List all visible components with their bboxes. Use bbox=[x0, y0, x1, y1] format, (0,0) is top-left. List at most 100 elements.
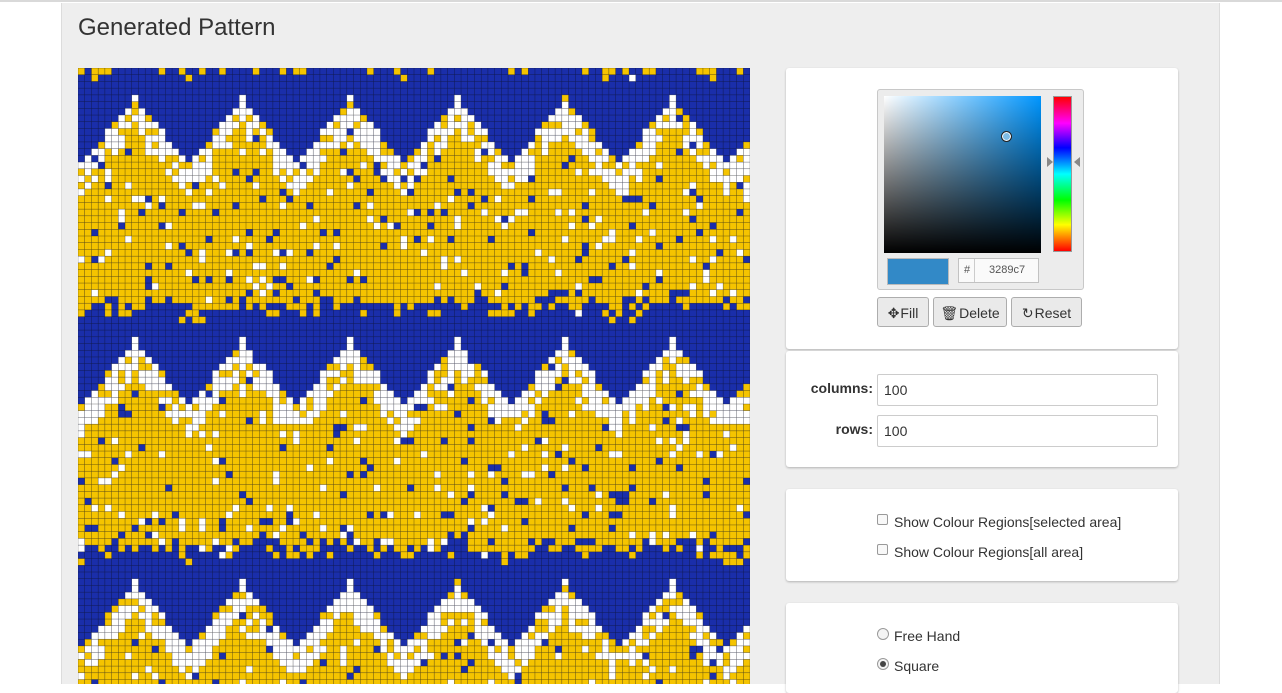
pattern-cell[interactable] bbox=[588, 256, 596, 263]
pattern-cell[interactable] bbox=[541, 188, 549, 196]
pattern-cell[interactable] bbox=[474, 404, 482, 411]
pattern-cell[interactable] bbox=[407, 417, 414, 425]
pattern-cell[interactable] bbox=[615, 518, 623, 525]
pattern-cell[interactable] bbox=[306, 188, 314, 196]
pattern-cell[interactable] bbox=[635, 249, 643, 257]
pattern-cell[interactable] bbox=[158, 504, 166, 512]
pattern-cell[interactable] bbox=[682, 276, 690, 284]
pattern-cell[interactable] bbox=[602, 397, 609, 404]
pattern-cell[interactable] bbox=[521, 148, 529, 156]
pattern-cell[interactable] bbox=[360, 141, 367, 149]
pattern-cell[interactable] bbox=[145, 451, 152, 458]
pattern-cell[interactable] bbox=[454, 518, 462, 525]
pattern-cell[interactable] bbox=[131, 155, 139, 163]
pattern-cell[interactable] bbox=[440, 363, 448, 371]
pattern-cell[interactable] bbox=[151, 269, 159, 277]
pattern-cell[interactable] bbox=[259, 182, 267, 189]
pattern-cell[interactable] bbox=[259, 383, 267, 391]
pattern-cell[interactable] bbox=[642, 202, 650, 210]
pattern-cell[interactable] bbox=[689, 222, 697, 230]
pattern-cell[interactable] bbox=[487, 202, 495, 210]
pattern-cell[interactable] bbox=[736, 215, 744, 223]
pattern-cell[interactable] bbox=[266, 390, 273, 398]
pattern-cell[interactable] bbox=[326, 404, 334, 411]
pattern-cell[interactable] bbox=[481, 141, 488, 149]
pattern-cell[interactable] bbox=[608, 209, 616, 216]
pattern-cell[interactable] bbox=[743, 195, 750, 203]
pattern-cell[interactable] bbox=[178, 276, 186, 284]
pattern-cell[interactable] bbox=[125, 430, 132, 438]
pattern-cell[interactable] bbox=[723, 303, 730, 310]
pattern-cell[interactable] bbox=[172, 296, 179, 304]
pattern-cell[interactable] bbox=[326, 370, 334, 378]
pattern-cell[interactable] bbox=[373, 202, 381, 210]
pattern-cell[interactable] bbox=[494, 538, 502, 546]
pattern-cell[interactable] bbox=[145, 222, 152, 230]
pattern-cell[interactable] bbox=[595, 471, 603, 478]
pattern-cell[interactable] bbox=[400, 262, 408, 270]
pattern-cell[interactable] bbox=[723, 410, 730, 418]
pattern-cell[interactable] bbox=[340, 430, 347, 438]
pattern-cell[interactable] bbox=[340, 188, 347, 196]
pattern-cell[interactable] bbox=[541, 162, 549, 169]
pattern-cell[interactable] bbox=[266, 457, 273, 465]
pattern-cell[interactable] bbox=[393, 417, 401, 425]
pattern-cell[interactable] bbox=[709, 249, 717, 257]
pattern-cell[interactable] bbox=[185, 437, 193, 445]
pattern-cell[interactable] bbox=[487, 444, 495, 452]
pattern-cell[interactable] bbox=[541, 511, 549, 519]
pattern-cell[interactable] bbox=[340, 242, 347, 250]
pattern-cell[interactable] bbox=[225, 195, 233, 203]
pattern-cell[interactable] bbox=[568, 195, 576, 203]
pattern-cell[interactable] bbox=[669, 283, 677, 290]
pattern-cell[interactable] bbox=[279, 269, 287, 277]
pattern-cell[interactable] bbox=[360, 309, 367, 317]
pattern-cell[interactable] bbox=[125, 283, 132, 290]
pattern-cell[interactable] bbox=[239, 518, 246, 525]
pattern-cell[interactable] bbox=[111, 262, 119, 270]
pattern-cell[interactable] bbox=[205, 504, 213, 512]
pattern-cell[interactable] bbox=[138, 202, 146, 210]
pattern-cell[interactable] bbox=[340, 128, 347, 136]
pattern-cell[interactable] bbox=[568, 222, 576, 230]
pattern-cell[interactable] bbox=[696, 68, 703, 75]
pattern-cell[interactable] bbox=[259, 397, 267, 404]
pattern-cell[interactable] bbox=[454, 276, 462, 284]
pattern-cell[interactable] bbox=[454, 370, 462, 378]
pattern-cell[interactable] bbox=[366, 451, 374, 458]
pattern-cell[interactable] bbox=[494, 309, 502, 317]
pattern-cell[interactable] bbox=[454, 444, 462, 452]
pattern-cell[interactable] bbox=[387, 276, 394, 284]
pattern-cell[interactable] bbox=[494, 451, 502, 458]
pattern-cell[interactable] bbox=[219, 276, 226, 284]
pattern-cell[interactable] bbox=[178, 410, 186, 418]
pattern-cell[interactable] bbox=[333, 128, 341, 136]
pattern-cell[interactable] bbox=[111, 135, 119, 142]
pattern-cell[interactable] bbox=[555, 283, 562, 290]
pattern-cell[interactable] bbox=[561, 135, 569, 142]
pattern-cell[interactable] bbox=[205, 222, 213, 230]
pattern-cell[interactable] bbox=[319, 209, 327, 216]
pattern-cell[interactable] bbox=[192, 229, 199, 236]
pattern-cell[interactable] bbox=[366, 209, 374, 216]
pattern-cell[interactable] bbox=[414, 464, 421, 472]
pattern-cell[interactable] bbox=[736, 195, 744, 203]
pattern-cell[interactable] bbox=[178, 296, 186, 304]
pattern-cell[interactable] bbox=[440, 148, 448, 156]
pattern-cell[interactable] bbox=[555, 222, 562, 230]
pattern-cell[interactable] bbox=[635, 162, 643, 169]
pattern-cell[interactable] bbox=[151, 464, 159, 472]
pattern-cell[interactable] bbox=[84, 464, 92, 472]
pattern-cell[interactable] bbox=[629, 283, 636, 290]
pattern-cell[interactable] bbox=[514, 464, 522, 472]
pattern-cell[interactable] bbox=[555, 484, 562, 492]
pattern-cell[interactable] bbox=[696, 296, 703, 304]
pattern-cell[interactable] bbox=[212, 491, 220, 499]
pattern-cell[interactable] bbox=[447, 471, 455, 478]
pattern-cell[interactable] bbox=[98, 383, 105, 391]
pattern-cell[interactable] bbox=[595, 269, 603, 277]
pattern-cell[interactable] bbox=[682, 531, 690, 539]
pattern-cell[interactable] bbox=[125, 356, 132, 364]
pattern-cell[interactable] bbox=[655, 128, 663, 136]
pattern-cell[interactable] bbox=[158, 249, 166, 257]
